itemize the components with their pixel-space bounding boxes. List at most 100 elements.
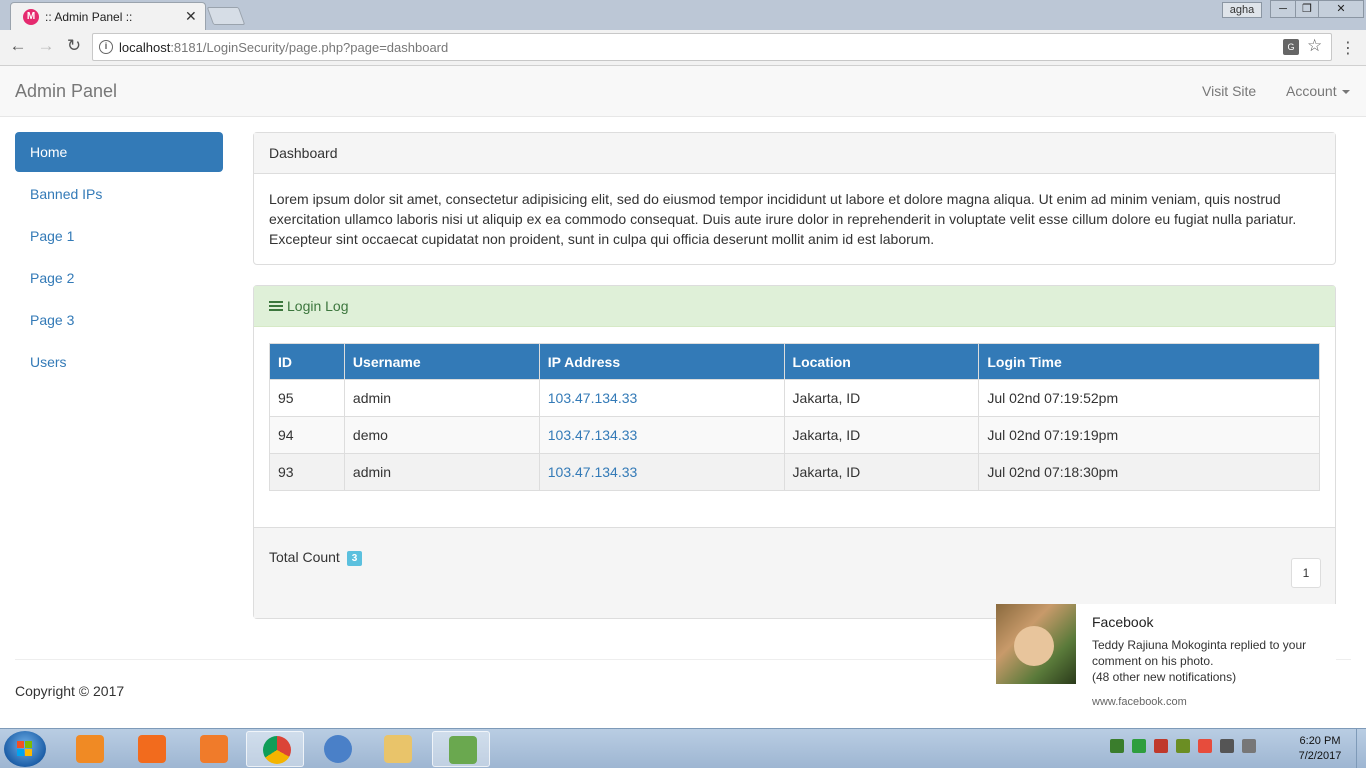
sidebar-item-page-3[interactable]: Page 3 [15,300,223,340]
media-player-icon [76,735,104,763]
taskbar-camera[interactable] [184,731,242,767]
copyright-text: Copyright © 2017 [15,683,125,699]
tab-title: :: Admin Panel :: [45,10,133,24]
login-log-panel: Login Log ID Username IP Address Locatio… [253,285,1336,619]
notification-line-2: (48 other new notifications) [1092,670,1237,684]
new-tab-button[interactable] [206,7,246,25]
kebab-menu-icon[interactable]: ⋮ [1340,38,1356,58]
cell-id: 93 [269,453,345,491]
table-header-row: ID Username IP Address Location Login Ti… [269,343,1320,380]
column-header-ip: IP Address [538,343,785,380]
login-log-table: ID Username IP Address Location Login Ti… [269,343,1320,491]
taskbar-explorer[interactable] [368,731,426,767]
url-host: localhost [119,40,171,55]
tray-green-icon[interactable] [1132,739,1146,753]
column-header-username: Username [343,343,540,380]
visit-site-link[interactable]: Visit Site [1202,83,1256,99]
pagination-page-1[interactable]: 1 [1291,558,1321,588]
cell-username: admin [343,453,540,491]
cell-ip-link[interactable]: 103.47.134.33 [538,453,785,491]
login-log-heading: Login Log [254,286,1335,327]
cell-id: 94 [269,416,345,454]
site-favicon-icon: M [23,9,39,25]
brand-link[interactable]: Admin Panel [15,81,117,102]
windows-logo-icon [17,741,33,757]
list-icon [269,300,283,312]
show-desktop-button[interactable] [1356,729,1366,768]
top-navbar: Admin Panel Visit Site Account [0,66,1366,117]
address-bar[interactable]: i localhost:8181/LoginSecurity/page.php?… [92,33,1332,61]
column-header-id: ID [269,343,345,380]
sidebar-item-page-1[interactable]: Page 1 [15,216,223,256]
notification-site: www.facebook.com [1092,696,1187,708]
cell-location: Jakarta, ID [783,379,980,417]
url-path: :8181/LoginSecurity/page.php?page=dashbo… [170,40,449,55]
taskbar: 6:20 PM 7/2/2017 [0,728,1366,768]
translate-icon[interactable]: G [1283,39,1299,55]
sidebar-item-home[interactable]: Home [15,132,223,172]
tray-shield-icon[interactable] [1176,739,1190,753]
minimize-button[interactable]: ─ [1270,0,1296,18]
facebook-notification[interactable]: Facebook Teddy Rajiuna Mokoginta replied… [996,604,1336,724]
cell-location: Jakarta, ID [783,416,980,454]
system-tray [1110,739,1280,759]
cell-id: 95 [269,379,345,417]
maximize-button[interactable]: ❐ [1295,0,1319,18]
cell-login-time: Jul 02nd 07:19:19pm [978,416,1320,454]
info-icon[interactable]: i [99,40,113,54]
cell-login-time: Jul 02nd 07:19:52pm [978,379,1320,417]
cell-username: demo [343,416,540,454]
taskbar-chrome-user[interactable] [308,731,366,767]
volume-icon[interactable] [1242,739,1256,753]
sidebar-item-page-2[interactable]: Page 2 [15,258,223,298]
forward-arrow-icon[interactable]: → [34,36,58,56]
sidebar-nav: Home Banned IPs Page 1 Page 2 Page 3 Use… [15,132,223,384]
clock-date: 7/2/2017 [1298,750,1342,762]
editor-icon [449,736,477,764]
taskbar-clock[interactable]: 6:20 PM 7/2/2017 [1290,734,1350,764]
cell-location: Jakarta, ID [783,453,980,491]
column-header-login-time: Login Time [978,343,1320,380]
signal-icon[interactable] [1220,739,1234,753]
column-header-location: Location [783,343,980,380]
back-arrow-icon[interactable]: ← [6,36,30,56]
browser-toolbar: ← → ↻ i localhost:8181/LoginSecurity/pag… [0,30,1366,66]
notification-line-1: Teddy Rajiuna Mokoginta replied to your … [1092,638,1307,668]
browser-tab[interactable]: M :: Admin Panel :: ✕ [10,2,206,30]
sidebar-item-banned-ips[interactable]: Banned IPs [15,174,223,214]
dashboard-text: Lorem ipsum dolor sit amet, consectetur … [269,191,1297,247]
total-count-badge: 3 [346,551,363,566]
taskbar-app-orange[interactable] [122,731,180,767]
window-close-button[interactable]: ✕ [1318,0,1364,18]
cell-ip-link[interactable]: 103.47.134.33 [538,379,785,417]
table-row: 93 admin 103.47.134.33 Jakarta, ID Jul 0… [269,453,1320,491]
url-text[interactable]: localhost:8181/LoginSecurity/page.php?pa… [119,40,448,55]
account-label: Account [1286,83,1337,99]
tray-app-icon[interactable] [1110,739,1124,753]
dashboard-heading: Dashboard [254,133,1335,174]
account-dropdown[interactable]: Account [1286,83,1350,99]
profile-badge[interactable]: agha [1222,2,1262,18]
notification-title: Facebook [1092,614,1154,630]
tray-flag-icon[interactable] [1154,739,1168,753]
start-button[interactable] [4,731,46,767]
sidebar-item-users[interactable]: Users [15,342,223,382]
cell-login-time: Jul 02nd 07:18:30pm [978,453,1320,491]
cell-ip-link[interactable]: 103.47.134.33 [538,416,785,454]
chrome-icon [263,736,291,764]
dashboard-panel: Dashboard Lorem ipsum dolor sit amet, co… [253,132,1336,265]
tab-close-icon[interactable]: ✕ [185,8,197,25]
baby-face-image [1014,626,1054,666]
notification-message: Teddy Rajiuna Mokoginta replied to your … [1092,637,1332,685]
bookmark-star-icon[interactable]: ☆ [1307,36,1322,56]
taskbar-media-player[interactable] [60,731,118,767]
taskbar-chrome[interactable] [246,731,304,767]
reload-icon[interactable]: ↻ [62,36,86,56]
clock-time: 6:20 PM [1299,735,1341,747]
camera-icon [200,735,228,763]
tray-network-warning-icon[interactable] [1198,739,1212,753]
notification-photo [996,604,1076,684]
taskbar-editor[interactable] [432,731,490,767]
browser-tab-strip: M :: Admin Panel :: ✕ agha ─ ❐ ✕ [0,0,1366,30]
table-row: 95 admin 103.47.134.33 Jakarta, ID Jul 0… [269,379,1320,417]
